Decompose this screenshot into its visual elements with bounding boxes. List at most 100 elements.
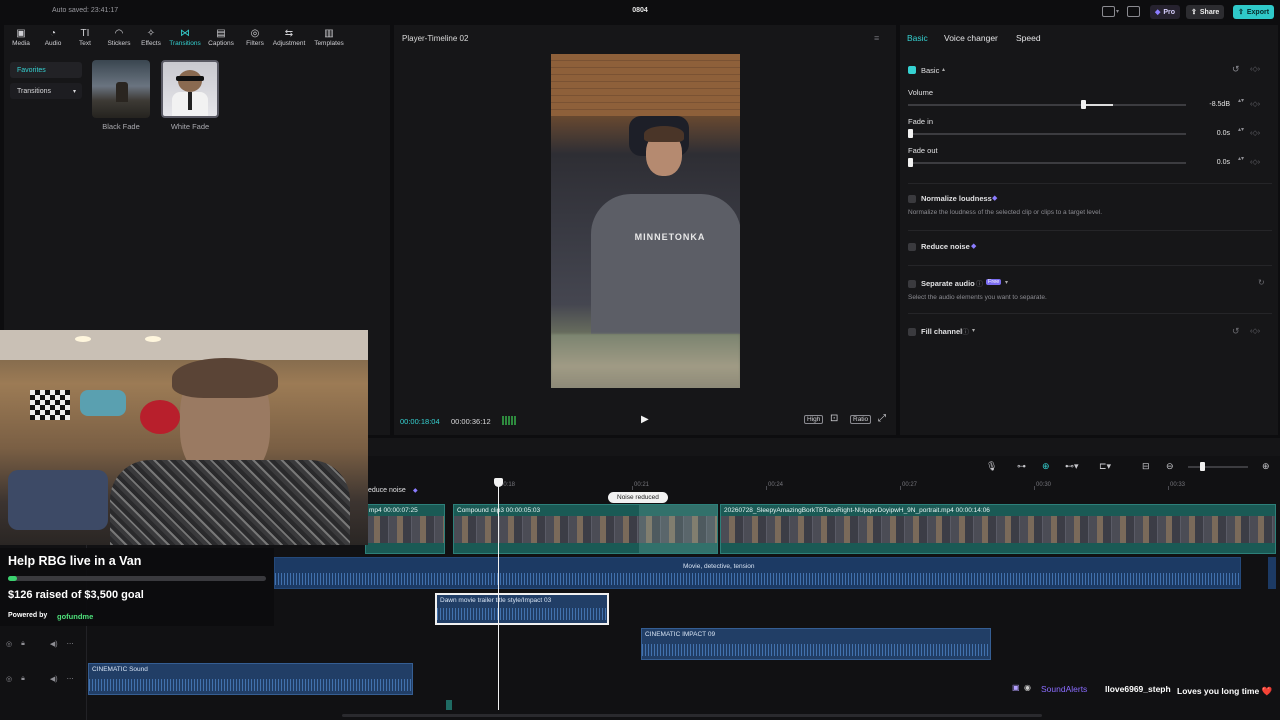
wood-wall [551, 54, 740, 116]
tool-tab-filters[interactable]: ◎ Filters [238, 28, 272, 47]
fade-in-stepper[interactable]: ▴▾ [1238, 127, 1244, 139]
hair-shape [644, 126, 684, 142]
more-icon[interactable]: ⋯ [67, 675, 74, 683]
chevron-down-icon[interactable]: ▾ [972, 327, 975, 334]
fade-in-knob[interactable] [908, 129, 913, 138]
ruler-tick [1034, 486, 1035, 490]
cinematic-impact-09-clip[interactable]: CINEMATIC IMPACT 09 [641, 628, 991, 660]
tool-tabs: ▣ Media ◔ Audio TI Text ◠ Stickers ✧ Effects ⋈ Tran… [4, 25, 390, 51]
reset-icon[interactable]: ↺ [1232, 64, 1240, 75]
reset-icon[interactable]: ↺ [1232, 326, 1240, 337]
marker[interactable] [446, 700, 452, 710]
fade-out-stepper[interactable]: ▴▾ [1238, 156, 1244, 168]
tool-tab-label: Transitions [169, 40, 201, 47]
tab-voice-changer[interactable]: Voice changer [944, 33, 998, 43]
playhead[interactable] [498, 478, 499, 710]
ratio-button[interactable]: Ratio [850, 415, 872, 424]
figure-silhouette [116, 82, 128, 102]
shortcuts-icon[interactable] [1127, 6, 1140, 17]
fade-out-slider[interactable] [908, 158, 1186, 167]
hoodie-shape: MINNETONKA [591, 194, 740, 334]
transitions-dropdown[interactable]: Transitions ▾ [10, 83, 82, 99]
keyframe-icon[interactable]: ‹◇› [1250, 100, 1260, 108]
more-icon[interactable]: ⋯ [67, 640, 74, 648]
donation-widget: Help RBG live in a Van $126 raised of $3… [0, 548, 274, 626]
divider [908, 183, 1272, 184]
lock-icon[interactable]: 🔒︎ [21, 640, 25, 648]
horizontal-scrollbar[interactable] [342, 714, 1042, 717]
lock-icon[interactable]: 🔒︎ [21, 675, 25, 683]
fill-channel-checkbox[interactable] [908, 328, 916, 336]
menu-icon[interactable]: ≡ [874, 33, 879, 43]
snapshot-icon[interactable]: ⊡ [830, 413, 838, 424]
tool-tab-media[interactable]: ▣ Media [4, 28, 38, 47]
chat-message: Loves you long time ❤️ [1177, 686, 1273, 696]
separate-audio-checkbox[interactable] [908, 280, 916, 288]
eye-icon[interactable]: ◎ [6, 675, 12, 683]
tab-speed[interactable]: Speed [1016, 33, 1041, 43]
refresh-icon[interactable]: ↻ [1258, 278, 1265, 287]
chevron-down-icon[interactable]: ▾ [1116, 8, 1119, 15]
layout-icon[interactable] [1102, 6, 1115, 17]
chevron-up-icon[interactable]: ▴ [942, 66, 945, 73]
reduce-noise-badge: educe noise [368, 487, 406, 494]
video-clip-portrait[interactable]: 20260728_SleepyAmazingBorkTBTacoRight-NU… [720, 504, 1276, 554]
tool-tab-adjustment[interactable]: ⇆ Adjustment [272, 28, 306, 47]
fade-out-knob[interactable] [908, 158, 913, 167]
basic-section-title[interactable]: Basic [921, 66, 939, 75]
fade-in-value[interactable]: 0.0s [1196, 130, 1230, 137]
keyframe-icon[interactable]: ‹◇› [1250, 65, 1260, 73]
chevron-down-icon[interactable]: ▾ [1005, 279, 1008, 286]
tool-tab-captions[interactable]: ▤ Captions [204, 28, 238, 47]
fade-out-value[interactable]: 0.0s [1196, 159, 1230, 166]
info-icon[interactable]: ⓘ [962, 327, 969, 337]
tool-tab-stickers[interactable]: ◠ Stickers [102, 28, 136, 47]
impact-03-clip[interactable]: Dawn movie trailer title style/Impact 03 [435, 593, 609, 625]
video-clip[interactable]: mp4 00:00:07:25 [365, 504, 445, 554]
play-button[interactable]: ▶ [641, 414, 649, 425]
speaker-icon[interactable]: ◀) [50, 675, 58, 683]
divider [908, 313, 1272, 314]
info-icon[interactable]: ⓘ [976, 279, 983, 289]
eye-icon[interactable]: ◎ [6, 640, 12, 648]
video-preview[interactable]: MINNETONKA [551, 54, 740, 388]
tool-tab-effects[interactable]: ✧ Effects [134, 28, 168, 47]
tool-tab-label: Templates [314, 40, 344, 47]
black-fade-thumbnail[interactable] [92, 60, 150, 118]
chat-source: SoundAlerts [1041, 684, 1088, 694]
white-fade-thumbnail[interactable] [161, 60, 219, 118]
reduce-noise-checkbox[interactable] [908, 243, 916, 251]
volume-value[interactable]: -8.5dB [1196, 101, 1230, 108]
quality-button[interactable]: High [804, 415, 824, 424]
volume-stepper[interactable]: ▴▾ [1238, 98, 1244, 110]
pro-button[interactable]: ◆ Pro [1150, 5, 1181, 19]
top-bar: Auto saved: 23:41:17 0804 ▾ ◆ Pro ⇪ Shar… [0, 0, 1280, 24]
tool-tab-transitions[interactable]: ⋈ Transitions [168, 28, 202, 47]
tool-tab-audio[interactable]: ◔ Audio [36, 28, 70, 47]
tool-tab-templates[interactable]: ▥ Templates [312, 28, 346, 47]
export-button[interactable]: ⇧ Export [1233, 5, 1275, 19]
music-clip[interactable]: Movie, detective, tension [274, 557, 1241, 589]
keyframe-icon[interactable]: ‹◇› [1250, 129, 1260, 137]
favorites-button[interactable]: Favorites [10, 62, 82, 78]
music-clip-tail[interactable] [1268, 557, 1276, 589]
basic-checkbox[interactable] [908, 66, 916, 74]
tool-tab-text[interactable]: TI Text [68, 28, 102, 47]
share-button[interactable]: ⇪ Share [1186, 5, 1225, 19]
fullscreen-icon[interactable]: ⤢ [878, 413, 886, 424]
noise-reduced-tooltip: Noise reduced [608, 492, 668, 503]
speaker-icon[interactable]: ◀) [50, 640, 58, 648]
fade-in-slider[interactable] [908, 129, 1186, 138]
volume-knob[interactable] [1081, 100, 1087, 109]
tab-basic[interactable]: Basic [907, 33, 928, 43]
volume-slider[interactable] [908, 100, 1186, 109]
keyframe-icon[interactable]: ‹◇› [1250, 327, 1260, 335]
normalize-checkbox[interactable] [908, 195, 916, 203]
playhead-handle[interactable] [494, 478, 503, 487]
keyframe-icon[interactable]: ‹◇› [1250, 158, 1260, 166]
audio-icon: ◔ [49, 28, 57, 39]
project-name[interactable]: 0804 [620, 7, 660, 14]
compound-clip[interactable]: Compound clip3 00:00:05:03 [453, 504, 718, 554]
hoodie-print: MINNETONKA [634, 232, 706, 242]
cinematic-sound-clip[interactable]: CINEMATIC Sound [88, 663, 413, 695]
